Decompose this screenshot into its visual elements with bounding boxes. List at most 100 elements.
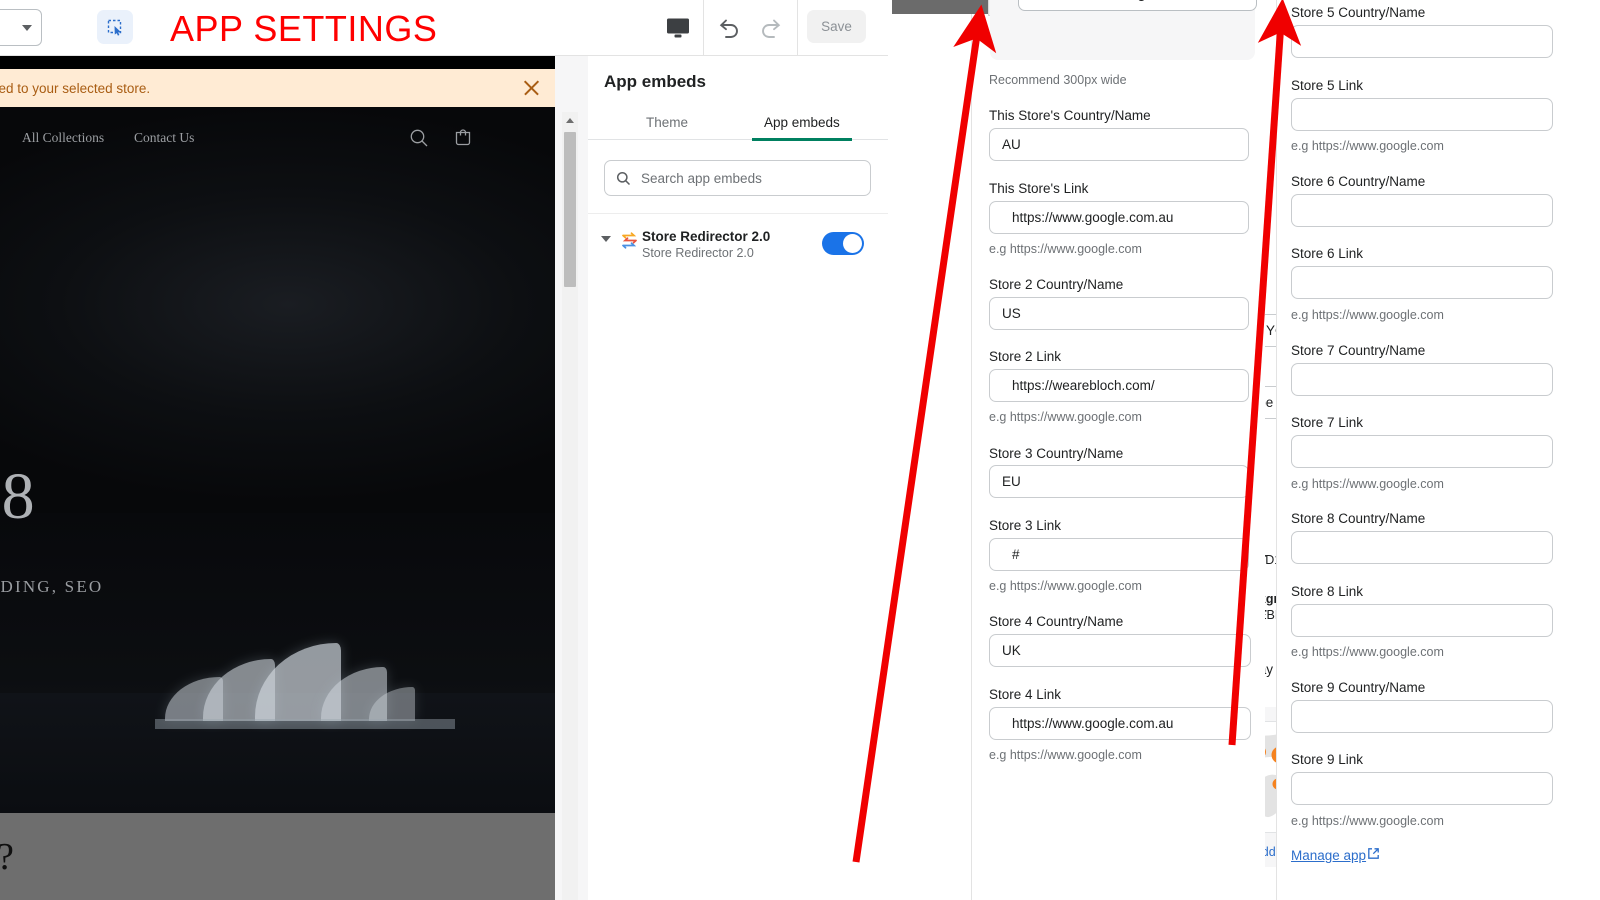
store-5-link-label: Store 5 Link [1291,78,1364,93]
store-9-link-input[interactable] [1291,772,1553,805]
dropdown-stub [892,0,988,14]
store-2-name-label: Store 2 Country/Name [989,277,1124,292]
store-3-link-label: Store 3 Link [989,518,1062,533]
store-6-name-input[interactable] [1291,194,1553,227]
store-6-link-input[interactable] [1291,266,1553,299]
store-6-name-label: Store 6 Country/Name [1291,174,1426,189]
store-3-name-input[interactable]: EU [989,465,1249,498]
store-1-name-label: This Store's Country/Name [989,108,1151,123]
search-icon[interactable] [408,127,430,149]
store-4-name-label: Store 4 Country/Name [989,614,1124,629]
app-embed-toggle[interactable] [822,232,864,255]
store-2-link-input[interactable]: https://wearebloch.com/ [989,369,1249,402]
image-change-card: Change [990,0,1257,60]
store-9-link-help: e.g https://www.google.com [1291,814,1444,828]
store-5-name-input[interactable] [1291,25,1553,58]
store-4-name-input[interactable]: UK [989,634,1251,667]
redo-button[interactable] [758,14,786,42]
app-screen: APP SETTINGS edirected to your selected … [0,0,1600,900]
store-5-link-help: e.g https://www.google.com [1291,139,1444,153]
store-1-link-label: This Store's Link [989,181,1089,196]
store-3-name-label: Store 3 Country/Name [989,446,1124,461]
store-9-link-label: Store 9 Link [1291,752,1364,767]
panel-toolbar: Save [588,0,888,56]
hero-sky [0,107,555,577]
hero-heading: N8 [0,460,37,533]
store-7-name-input[interactable] [1291,363,1553,396]
store-9-name-input[interactable] [1291,700,1553,733]
page-title: App embeds [604,72,707,91]
change-image-label: Change [1104,0,1154,1]
manage-app-link[interactable]: Manage app [1291,848,1366,863]
store-8-name-input[interactable] [1291,531,1553,564]
theme-preview-pane: APP SETTINGS edirected to your selected … [0,0,588,900]
scroll-up-icon[interactable] [562,112,578,128]
search-icon [616,171,631,185]
settings-panel-column-1: Save App embeds Theme App embeds Search … [588,0,1456,900]
selection-tool-icon [107,19,121,36]
storefront-gray-section: o? [0,813,555,900]
app-embed-row: Store Redirector 2.0 Store Redirector 2.… [588,213,888,269]
storefront-hero: All Collections Contact Us 8 DING, SEO [0,107,555,813]
store-8-name-label: Store 8 Country/Name [1291,511,1426,526]
store-5-name-label: Store 5 Country/Name [1291,5,1426,20]
nav-link-all-collections[interactable]: All Collections [22,130,104,146]
cart-icon[interactable] [452,127,474,149]
desktop-preview-icon[interactable] [666,17,690,39]
store-9-name-label: Store 9 Country/Name [1291,680,1426,695]
store-2-link-help: e.g https://www.google.com [989,410,1142,424]
search-placeholder: Search app embeds [641,170,762,186]
settings-panel-column-3: Store 5 Country/Name Store 5 Link e.g ht… [1276,0,1600,900]
opera-house-graphic [155,601,455,729]
editor-toolbar: APP SETTINGS [0,0,588,56]
hero-subheading: RANDING, SEO [0,577,104,596]
toolbar-divider [703,0,704,56]
store-2-name-input[interactable]: US [989,297,1249,330]
store-7-name-label: Store 7 Country/Name [1291,343,1426,358]
store-1-link-help: e.g https://www.google.com [989,242,1142,256]
panel-tabs: Theme App embeds [588,104,888,141]
save-button[interactable]: Save [807,10,866,43]
app-embed-name: Store Redirector 2.0 [642,229,771,244]
store-8-link-label: Store 8 Link [1291,584,1364,599]
search-app-embeds-input[interactable]: Search app embeds [604,160,871,196]
storefront-preview: edirected to your selected store. [0,56,555,900]
chevron-down-icon[interactable] [601,236,611,242]
store-8-link-input[interactable] [1291,604,1553,637]
store-4-link-input[interactable]: https://www.google.com.au [989,707,1251,740]
store-2-link-label: Store 2 Link [989,349,1062,364]
store-6-link-help: e.g https://www.google.com [1291,308,1444,322]
settings-panel-column-2: Change Recommend 300px wide This Store's… [892,0,1265,900]
close-icon[interactable] [522,78,541,97]
external-link-icon [1367,847,1380,865]
app-settings-annotation: APP SETTINGS [170,8,438,49]
store-7-link-label: Store 7 Link [1291,415,1364,430]
scrollbar-thumb[interactable] [564,132,576,287]
change-image-button[interactable]: Change [1018,0,1257,11]
store-1-name-input[interactable]: AU [989,128,1249,161]
selection-tool-button[interactable] [97,10,133,44]
store-7-link-input[interactable] [1291,435,1553,468]
device-select[interactable] [0,9,42,46]
store-1-link-input[interactable]: https://www.google.com.au [989,201,1249,234]
store-redirect-banner: edirected to your selected store. [0,69,555,107]
recommend-size-text: Recommend 300px wide [989,73,1127,87]
store-redirector-app-icon [619,230,641,252]
store-5-link-input[interactable] [1291,98,1553,131]
store-4-link-label: Store 4 Link [989,687,1062,702]
nav-link-contact-us[interactable]: Contact Us [134,130,194,146]
store-6-link-label: Store 6 Link [1291,246,1364,261]
store-redirect-banner-text: edirected to your selected store. [0,80,151,96]
toggle-knob [843,234,862,253]
preview-scrollbar[interactable] [562,112,578,900]
tab-theme[interactable]: Theme [646,104,688,140]
store-7-link-help: e.g https://www.google.com [1291,477,1444,491]
gray-section-text: o? [0,835,14,879]
undo-button[interactable] [714,14,742,42]
chevron-down-icon [22,24,32,31]
tab-app-embeds[interactable]: App embeds [752,104,852,141]
store-8-link-help: e.g https://www.google.com [1291,645,1444,659]
store-4-link-help: e.g https://www.google.com [989,748,1142,762]
storefront-nav: All Collections Contact Us [0,107,555,169]
store-3-link-input[interactable]: # [989,538,1249,571]
